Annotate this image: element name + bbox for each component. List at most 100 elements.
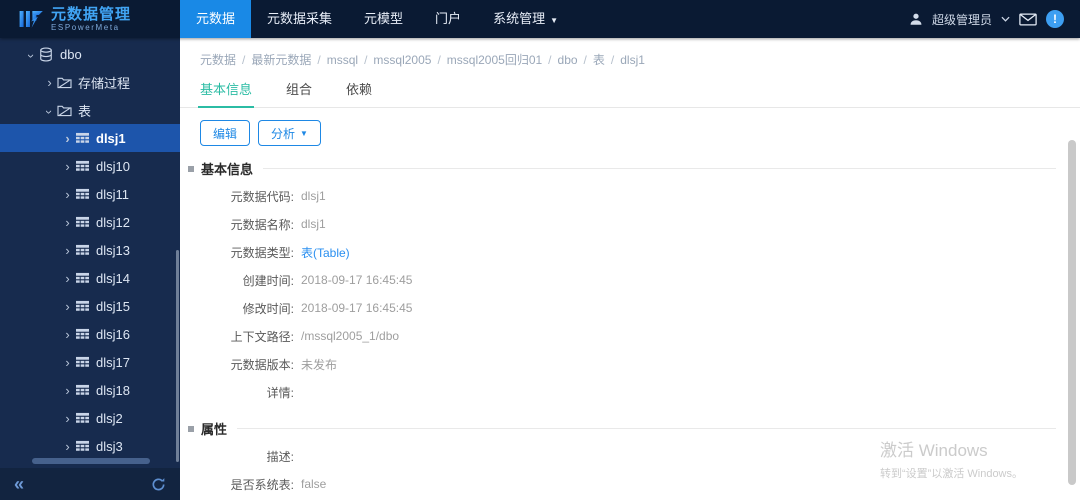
chevron-collapsed-icon[interactable]: ›	[60, 411, 75, 426]
field-label: 创建时间:	[242, 273, 294, 288]
field-value-link[interactable]: 表(Table)	[301, 244, 350, 261]
brand-logo: 元数据管理 ESPowerMeta	[0, 0, 180, 38]
nav-item-元数据采集[interactable]: 元数据采集	[251, 0, 348, 38]
field-row: 元数据代码: dlsj1	[180, 182, 1080, 210]
main-content: 元数据 / 最新元数据 / mssql / mssql2005 / mssql2005回归01 /…	[180, 38, 1080, 500]
breadcrumb-item-dlsj1[interactable]: dlsj1	[620, 53, 645, 67]
content-vertical-scrollbar[interactable]	[1068, 140, 1076, 485]
sidebar-footer: «	[0, 468, 180, 500]
chevron-collapsed-icon[interactable]: ›	[60, 439, 75, 454]
tree-item-dlsj13[interactable]: › dlsj13	[0, 236, 180, 264]
chevron-collapsed-icon[interactable]: ›	[60, 187, 75, 202]
breadcrumb-item-mssql2005[interactable]: mssql2005	[373, 53, 431, 67]
chevron-collapsed-icon[interactable]: ›	[60, 299, 75, 314]
breadcrumb-separator: /	[548, 53, 552, 67]
analyze-button[interactable]: 分析 ▼	[258, 120, 321, 146]
field-value: false	[301, 477, 327, 491]
breadcrumb-separator: /	[437, 53, 441, 67]
analyze-button-label: 分析	[271, 126, 296, 141]
chevron-expanded-icon[interactable]: ›	[42, 104, 57, 119]
breadcrumb-item-dbo[interactable]: dbo	[558, 53, 578, 67]
tree-item-label: dlsj10	[96, 158, 130, 174]
sidebar-vertical-scrollbar[interactable]	[176, 250, 179, 462]
tree-item-dlsj16[interactable]: › dlsj16	[0, 320, 180, 348]
tree-item-dlsj15[interactable]: › dlsj15	[0, 292, 180, 320]
field-value: 未发布	[301, 357, 338, 372]
tree-item-存储过程[interactable]: › 存储过程	[0, 68, 180, 96]
tree-item-label: dlsj16	[96, 326, 130, 342]
breadcrumb-separator: /	[242, 53, 246, 67]
brand-logo-icon	[16, 7, 44, 31]
breadcrumb-item-最新元数据[interactable]: 最新元数据	[251, 53, 311, 67]
breadcrumb-item-mssql2005回归01[interactable]: mssql2005回归01	[447, 53, 542, 67]
breadcrumb-separator: /	[583, 53, 587, 67]
watermark-title: 激活 Windows	[880, 441, 988, 460]
chevron-expanded-icon[interactable]: ›	[24, 48, 39, 63]
field-label: 元数据类型:	[230, 245, 294, 260]
tab-依赖[interactable]: 依赖	[346, 79, 372, 107]
caret-down-icon: ▼	[550, 16, 558, 25]
section-bullet-icon	[188, 165, 194, 172]
tree-item-dlsj18[interactable]: › dlsj18	[0, 376, 180, 404]
collapse-sidebar-icon[interactable]: «	[14, 475, 24, 493]
windows-activation-watermark: 激活 Windows 转到“设置”以激活 Windows。	[880, 436, 1023, 481]
chevron-down-icon[interactable]	[1001, 16, 1010, 22]
table-icon	[75, 384, 96, 397]
table-icon	[75, 440, 96, 453]
tree-item-表[interactable]: › 表	[0, 96, 180, 124]
notification-icon[interactable]: !	[1046, 10, 1064, 28]
edit-button[interactable]: 编辑	[200, 120, 251, 146]
tree-item-dlsj11[interactable]: › dlsj11	[0, 180, 180, 208]
tab-bar: 基本信息 组合 依赖	[180, 79, 1080, 108]
breadcrumb-item-表[interactable]: 表	[593, 53, 605, 67]
field-value: dlsj1	[301, 217, 326, 231]
tab-基本信息[interactable]: 基本信息	[197, 79, 255, 108]
chevron-collapsed-icon[interactable]: ›	[60, 131, 75, 146]
topbar: 元数据管理 ESPowerMeta 元数据 元数据采集 元模型 门户 系统管理 ▼ 超级管…	[0, 0, 1080, 38]
refresh-icon[interactable]	[151, 477, 166, 492]
field-row: 元数据版本: 未发布	[180, 350, 1080, 378]
mail-icon[interactable]	[1019, 12, 1037, 26]
tree-item-label: 存储过程	[78, 75, 131, 91]
field-value: 2018-09-17 16:45:45	[301, 273, 413, 287]
tree-item-label: dlsj2	[96, 410, 123, 426]
metadata-tree: › dbo › 存储过程 › 表 › dlsj1 › dlsj10 › dlsj11 › dlsj12 › d…	[0, 38, 180, 460]
tree-item-dlsj14[interactable]: › dlsj14	[0, 264, 180, 292]
tree-item-label: dlsj15	[96, 298, 130, 314]
chevron-collapsed-icon[interactable]: ›	[60, 215, 75, 230]
watermark-subtitle: 转到“设置”以激活 Windows。	[880, 468, 1024, 480]
breadcrumb-separator: /	[364, 53, 368, 67]
tree-item-dlsj17[interactable]: › dlsj17	[0, 348, 180, 376]
chevron-collapsed-icon[interactable]: ›	[60, 271, 75, 286]
tree-item-dbo[interactable]: › dbo	[0, 40, 180, 68]
nav-item-系统管理[interactable]: 系统管理 ▼	[477, 0, 574, 38]
tab-组合[interactable]: 组合	[286, 79, 312, 107]
user-name[interactable]: 超级管理员	[932, 11, 992, 28]
brand-title: 元数据管理	[51, 5, 132, 23]
tree-item-dlsj12[interactable]: › dlsj12	[0, 208, 180, 236]
chevron-collapsed-icon[interactable]: ›	[60, 243, 75, 258]
table-icon	[75, 412, 96, 425]
breadcrumb-item-mssql[interactable]: mssql	[327, 53, 358, 67]
chevron-collapsed-icon[interactable]: ›	[60, 383, 75, 398]
tree-item-label: dlsj12	[96, 214, 130, 230]
tree-item-label: dlsj14	[96, 270, 130, 286]
tree-item-dlsj2[interactable]: › dlsj2	[0, 404, 180, 432]
breadcrumb-item-元数据[interactable]: 元数据	[200, 53, 236, 67]
nav-item-元模型[interactable]: 元模型	[348, 0, 419, 38]
nav-item-门户[interactable]: 门户	[419, 0, 477, 38]
tree-item-label: dlsj1	[96, 130, 126, 146]
field-row: 修改时间: 2018-09-17 16:45:45	[180, 294, 1080, 322]
chevron-collapsed-icon[interactable]: ›	[60, 355, 75, 370]
chevron-collapsed-icon[interactable]: ›	[60, 159, 75, 174]
chevron-collapsed-icon[interactable]: ›	[60, 327, 75, 342]
table-icon	[75, 188, 96, 201]
chevron-collapsed-icon[interactable]: ›	[42, 75, 57, 90]
sidebar-horizontal-scrollbar[interactable]	[32, 458, 150, 464]
nav-item-元数据[interactable]: 元数据	[180, 0, 252, 38]
caret-down-icon: ▼	[300, 128, 308, 138]
tree-item-dlsj1[interactable]: › dlsj1	[0, 124, 180, 152]
tree-item-dlsj3[interactable]: › dlsj3	[0, 432, 180, 460]
tree-item-dlsj10[interactable]: › dlsj10	[0, 152, 180, 180]
section-header-基本信息: 基本信息	[188, 159, 1056, 178]
